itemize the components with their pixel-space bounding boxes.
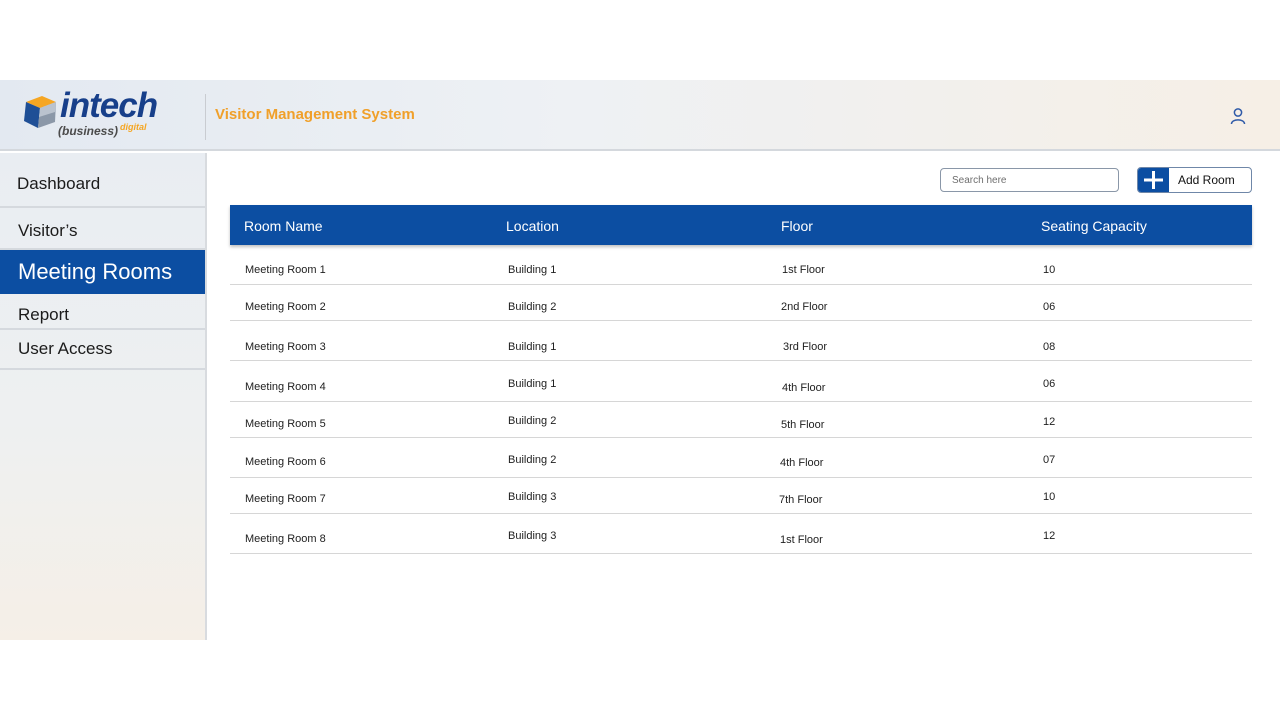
logo-wordmark: intech	[60, 86, 158, 125]
cell-seating-capacity: 12	[1043, 416, 1056, 428]
column-header-room-name[interactable]: Room Name	[244, 218, 323, 234]
sidebar-nav: Dashboard Visitor’s Meeting Rooms Report…	[0, 153, 207, 640]
cell-floor: 1st Floor	[782, 264, 825, 276]
user-icon[interactable]	[1229, 107, 1247, 125]
logo-tag: digital	[120, 122, 147, 132]
cell-location: Building 3	[508, 530, 557, 542]
column-header-seating-capacity[interactable]: Seating Capacity	[1041, 218, 1147, 234]
cell-room-name: Meeting Room 7	[245, 493, 326, 505]
cell-room-name: Meeting Room 8	[245, 533, 326, 545]
app-window: intech (business) digital Visitor Managem…	[0, 80, 1280, 640]
cell-room-name: Meeting Room 2	[245, 301, 326, 313]
sidebar-item-label: Meeting Rooms	[18, 259, 173, 284]
sidebar-item-label: Visitor’s	[18, 221, 78, 240]
sidebar-item-report[interactable]: Report	[0, 294, 205, 330]
cell-seating-capacity: 08	[1043, 341, 1056, 353]
sidebar-item-meeting-rooms[interactable]: Meeting Rooms	[0, 250, 205, 294]
column-header-location[interactable]: Location	[506, 218, 559, 234]
table-row[interactable]: Meeting Room 5 Building 2 5th Floor 12	[230, 402, 1252, 438]
cell-room-name: Meeting Room 3	[245, 341, 326, 353]
cell-seating-capacity: 06	[1043, 301, 1056, 313]
add-room-label: Add Room	[1178, 173, 1235, 187]
cell-seating-capacity: 12	[1043, 530, 1056, 542]
cell-location: Building 2	[508, 454, 557, 466]
logo-sub-text: (business)	[58, 124, 119, 138]
add-room-button[interactable]: Add Room	[1137, 167, 1252, 193]
cell-room-name: Meeting Room 1	[245, 264, 326, 276]
table-row[interactable]: Meeting Room 6 Building 2 4th Floor 07	[230, 438, 1252, 478]
brand-logo[interactable]: intech (business) digital	[22, 86, 172, 142]
cell-location: Building 1	[508, 264, 557, 276]
cell-room-name: Meeting Room 4	[245, 381, 326, 393]
plus-icon-box	[1138, 168, 1169, 192]
cell-room-name: Meeting Room 5	[245, 418, 326, 430]
cell-location: Building 1	[508, 378, 557, 390]
app-title: Visitor Management System	[215, 106, 415, 123]
sidebar-item-dashboard[interactable]: Dashboard	[0, 153, 205, 208]
table-row[interactable]: Meeting Room 4 Building 1 4th Floor 06	[230, 361, 1252, 402]
cell-location: Building 3	[508, 491, 557, 503]
cell-floor: 2nd Floor	[781, 301, 828, 313]
sidebar-item-visitors[interactable]: Visitor’s	[0, 208, 205, 250]
table-row[interactable]: Meeting Room 1 Building 1 1st Floor 10	[230, 245, 1252, 285]
table-row[interactable]: Meeting Room 2 Building 2 2nd Floor 06	[230, 285, 1252, 321]
logo-subtitle: (business) digital	[58, 122, 147, 138]
cell-location: Building 2	[508, 415, 557, 427]
cell-seating-capacity: 10	[1043, 491, 1056, 503]
sidebar-item-label: Report	[18, 305, 70, 324]
cell-floor: 1st Floor	[780, 534, 823, 546]
sidebar-item-label: User Access	[18, 339, 113, 358]
cell-floor: 7th Floor	[779, 494, 823, 506]
cell-floor: 4th Floor	[780, 457, 824, 469]
cell-seating-capacity: 07	[1043, 454, 1056, 466]
table-row[interactable]: Meeting Room 3 Building 1 3rd Floor 08	[230, 321, 1252, 361]
cell-seating-capacity: 06	[1043, 378, 1056, 390]
column-header-floor[interactable]: Floor	[781, 218, 813, 234]
top-header: intech (business) digital Visitor Managem…	[0, 80, 1280, 151]
cell-location: Building 2	[508, 301, 557, 313]
cell-floor: 4th Floor	[782, 382, 826, 394]
table-row[interactable]: Meeting Room 8 Building 3 1st Floor 12	[230, 514, 1252, 554]
plus-icon	[1144, 171, 1163, 189]
table-header: Room Name Location Floor Seating Capacit…	[230, 205, 1252, 245]
table-row[interactable]: Meeting Room 7 Building 3 7th Floor 10	[230, 478, 1252, 514]
cell-seating-capacity: 10	[1043, 264, 1056, 276]
cell-floor: 3rd Floor	[783, 341, 828, 353]
cell-location: Building 1	[508, 341, 557, 353]
sidebar-item-user-access[interactable]: User Access	[0, 330, 205, 370]
sidebar-item-label: Dashboard	[17, 174, 101, 193]
cell-room-name: Meeting Room 6	[245, 456, 326, 468]
header-divider	[205, 94, 206, 140]
cell-floor: 5th Floor	[781, 419, 825, 431]
search-input[interactable]	[940, 168, 1119, 192]
cube-logo-icon	[24, 96, 56, 128]
